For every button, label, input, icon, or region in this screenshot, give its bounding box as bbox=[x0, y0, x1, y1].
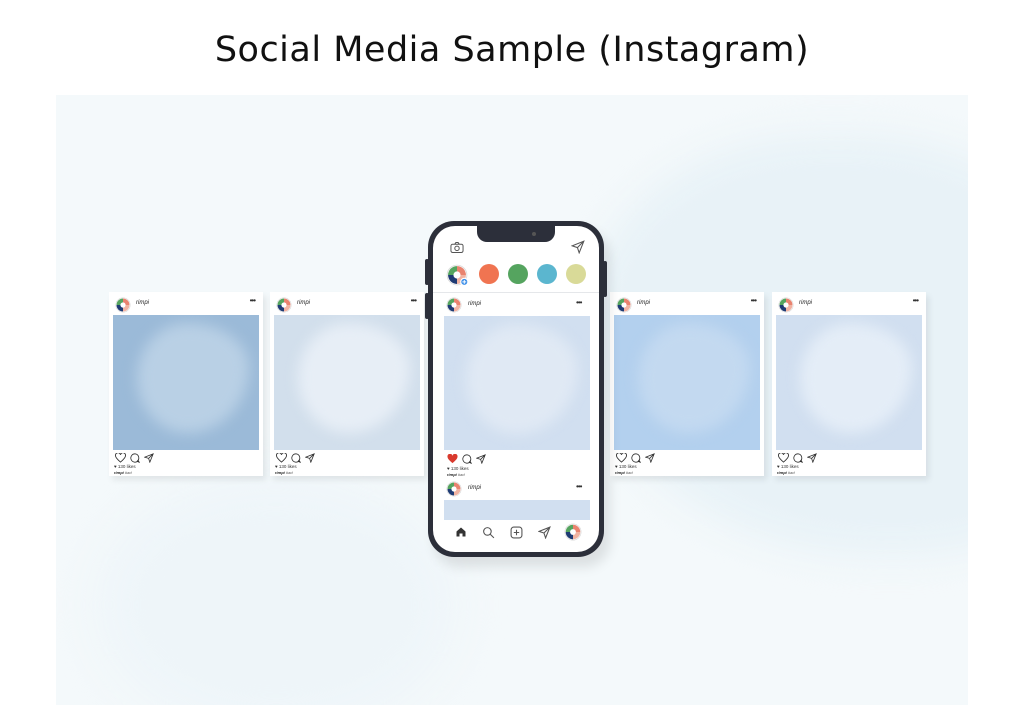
search-icon[interactable] bbox=[482, 526, 495, 539]
story-circle[interactable] bbox=[508, 264, 528, 284]
send-icon[interactable] bbox=[538, 526, 551, 539]
like-count: ♥ 130 likes bbox=[615, 464, 637, 469]
post-image bbox=[776, 315, 922, 450]
comment-icon[interactable] bbox=[462, 454, 472, 464]
send-icon[interactable] bbox=[144, 453, 154, 463]
post-username[interactable]: rimpi bbox=[468, 301, 481, 307]
home-icon[interactable] bbox=[455, 526, 467, 538]
post-username[interactable]: rimpi bbox=[799, 300, 812, 306]
story-circle[interactable] bbox=[566, 264, 586, 284]
instagram-post-card: rimpi ••• ♥ 130 likes rimpi #ad bbox=[610, 292, 764, 476]
comment-icon[interactable] bbox=[130, 453, 140, 463]
comment-icon[interactable] bbox=[631, 453, 641, 463]
send-icon[interactable] bbox=[807, 453, 817, 463]
like-count: ♥ 130 likes bbox=[114, 464, 136, 469]
add-post-icon[interactable] bbox=[510, 526, 523, 539]
avatar[interactable] bbox=[115, 297, 131, 313]
send-icon[interactable] bbox=[305, 453, 315, 463]
avatar[interactable] bbox=[446, 297, 462, 313]
instagram-post-card: rimpi ••• ♥ 130 likes rimpi #ad bbox=[109, 292, 263, 476]
post-caption: rimpi #ad bbox=[275, 470, 293, 475]
phone-mockup: rimpi ••• ♥ 130 likes rimpi #ad rimpi ••… bbox=[425, 221, 607, 557]
post-username[interactable]: rimpi bbox=[297, 300, 310, 306]
post-username[interactable]: rimpi bbox=[637, 300, 650, 306]
phone-screen: rimpi ••• ♥ 130 likes rimpi #ad rimpi ••… bbox=[433, 226, 599, 552]
avatar[interactable] bbox=[446, 481, 462, 497]
send-icon[interactable] bbox=[476, 454, 486, 464]
image-shape bbox=[466, 324, 578, 434]
phone-side-button bbox=[425, 259, 429, 285]
background-blob bbox=[96, 475, 456, 705]
post-image bbox=[113, 315, 259, 450]
more-icon[interactable]: ••• bbox=[576, 482, 582, 491]
like-count: ♥ 130 likes bbox=[447, 466, 469, 471]
phone-side-button bbox=[603, 261, 607, 297]
heart-icon[interactable] bbox=[778, 453, 789, 463]
post-caption: rimpi #ad bbox=[777, 470, 795, 475]
post-image bbox=[274, 315, 420, 450]
post-caption: rimpi #ad bbox=[114, 470, 132, 475]
more-icon[interactable]: ••• bbox=[913, 296, 919, 305]
send-icon[interactable] bbox=[645, 453, 655, 463]
avatar[interactable] bbox=[778, 297, 794, 313]
heart-icon[interactable] bbox=[115, 453, 126, 463]
instagram-post-card: rimpi ••• ♥ 130 likes rimpi #ad bbox=[772, 292, 926, 476]
more-icon[interactable]: ••• bbox=[751, 296, 757, 305]
avatar[interactable] bbox=[616, 297, 632, 313]
post-username[interactable]: rimpi bbox=[136, 300, 149, 306]
image-shape bbox=[638, 323, 750, 433]
image-shape bbox=[800, 323, 912, 433]
story-circle[interactable] bbox=[537, 264, 557, 284]
story-circle[interactable] bbox=[479, 264, 499, 284]
stories-divider bbox=[433, 292, 599, 293]
story-avatar-own[interactable] bbox=[446, 264, 468, 286]
post-image bbox=[444, 316, 590, 450]
phone-side-button bbox=[425, 293, 429, 319]
post-caption: rimpi #ad bbox=[615, 470, 633, 475]
heart-icon[interactable] bbox=[447, 454, 458, 464]
like-count: ♥ 130 likes bbox=[777, 464, 799, 469]
more-icon[interactable]: ••• bbox=[411, 296, 417, 305]
avatar[interactable] bbox=[276, 297, 292, 313]
comment-icon[interactable] bbox=[793, 453, 803, 463]
image-shape bbox=[298, 323, 410, 433]
more-icon[interactable]: ••• bbox=[250, 296, 256, 305]
like-count: ♥ 130 likes bbox=[275, 464, 297, 469]
comment-icon[interactable] bbox=[291, 453, 301, 463]
more-icon[interactable]: ••• bbox=[576, 298, 582, 307]
image-shape bbox=[137, 323, 249, 433]
profile-avatar-icon[interactable] bbox=[564, 523, 582, 541]
heart-icon[interactable] bbox=[276, 453, 287, 463]
heart-icon[interactable] bbox=[616, 453, 627, 463]
post-caption: rimpi #ad bbox=[447, 472, 465, 477]
phone-notch bbox=[477, 226, 555, 242]
post-image bbox=[614, 315, 760, 450]
camera-dot bbox=[532, 232, 536, 236]
instagram-post-card: rimpi ••• ♥ 130 likes rimpi #ad bbox=[270, 292, 424, 476]
post-username[interactable]: rimpi bbox=[468, 485, 481, 491]
post-image bbox=[444, 500, 590, 520]
camera-icon[interactable] bbox=[450, 242, 464, 253]
page-title: Social Media Sample (Instagram) bbox=[214, 30, 810, 70]
send-icon[interactable] bbox=[571, 240, 585, 254]
